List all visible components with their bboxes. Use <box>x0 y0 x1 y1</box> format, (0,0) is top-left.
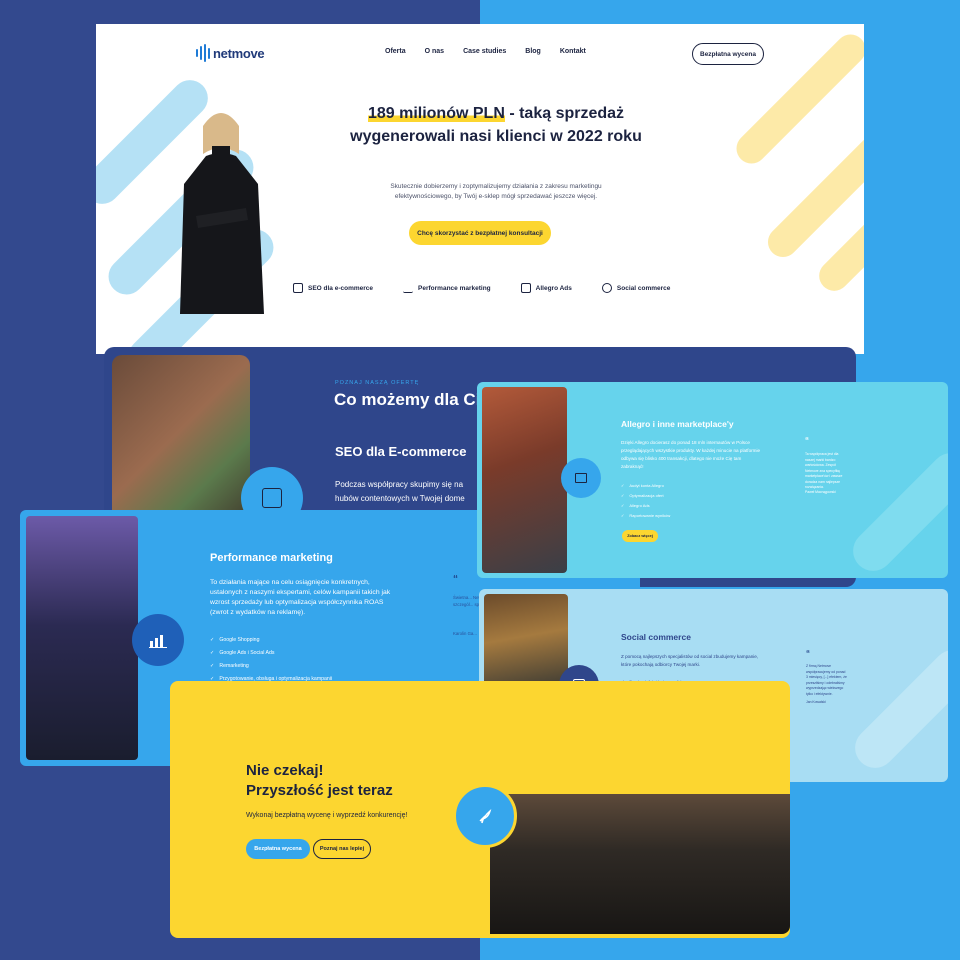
allegro-card: Allegro i inne marketplace'y Dzięki Alle… <box>477 382 948 578</box>
hero-consultation-button[interactable]: Chcę skorzystać z bezpłatnej konsultacji <box>409 221 551 245</box>
check-icon: ✓ <box>621 513 625 518</box>
logo-text: netmove <box>213 45 265 61</box>
performance-body: To działania mające na celu osiągnięcie … <box>210 579 391 616</box>
quote-icon: “ <box>806 649 810 658</box>
nav-item-case-studies[interactable]: Case studies <box>463 48 506 55</box>
cta-title-line1: Nie czekaj! <box>246 762 324 779</box>
service-social-label: Social commerce <box>616 284 671 292</box>
cta-icon-circle <box>453 784 517 848</box>
cta-section: Nie czekaj! Przyszłość jest teraz Wykona… <box>170 681 790 938</box>
service-performance-label: Performance marketing <box>418 284 491 292</box>
offer-kicker: POZNAJ NASZĄ OFERTĘ <box>335 380 420 386</box>
service-social[interactable]: Social commerce <box>601 283 671 293</box>
allegro-body: Dzięki Allegro docierasz do ponad 18 mln… <box>621 440 761 469</box>
rocket-icon <box>479 808 492 824</box>
nav-item-oferta[interactable]: Oferta <box>385 48 406 55</box>
quote-icon: “ <box>805 436 809 445</box>
allegro-quote-author: Paweł Macnągowski <box>805 490 836 494</box>
check-icon: ✓ <box>621 483 625 488</box>
service-performance[interactable]: Performance marketing <box>403 283 491 293</box>
nav-item-blog[interactable]: Blog <box>525 48 541 55</box>
offer-title: Co możemy dla Ci <box>334 390 481 409</box>
seo-icon <box>262 488 282 508</box>
check-icon: ✓ <box>621 503 625 508</box>
offer-subtitle: SEO dla E-commerce <box>335 444 467 459</box>
check-icon: ✓ <box>210 663 215 669</box>
seo-icon <box>293 283 303 293</box>
list-item: ✓ Google Ads i Social Ads <box>210 650 275 656</box>
quote-icon: “ <box>453 574 458 585</box>
list-item: ✓ Allegro Ads <box>621 503 650 508</box>
nav-item-o-nas[interactable]: O nas <box>425 48 444 55</box>
hero-subtitle: Skutecznie dobierzemy i zoptymalizujemy … <box>390 183 602 200</box>
cta-quote-button[interactable]: Bezpłatna wycena <box>246 839 310 859</box>
cta-title: Nie czekaj! Przyszłość jest teraz <box>246 761 393 801</box>
allegro-icon-circle <box>561 458 601 498</box>
decor-stripe <box>844 444 948 578</box>
hero-title: 189 milionów PLN - taką sprzedaż wygener… <box>326 102 666 148</box>
list-item: ✓ Optymalizacja ofert <box>621 493 664 498</box>
offer-photo <box>112 355 250 535</box>
hero-title-highlight: 189 milionów PLN <box>367 105 505 122</box>
decor-stripe <box>846 641 948 777</box>
social-quote-author: Jan Kowalski <box>806 700 826 704</box>
performance-title: Performance marketing <box>210 552 333 564</box>
allegro-title: Allegro i inne marketplace'y <box>621 419 734 429</box>
social-body: Z pomocą najlepszych specjalistów od soc… <box>621 654 759 667</box>
cta-photo <box>490 794 790 934</box>
check-icon: ✓ <box>621 493 625 498</box>
monitor-icon <box>575 473 587 483</box>
main-nav: Oferta O nas Case studies Blog Kontakt <box>385 48 586 55</box>
cta-about-button[interactable]: Poznaj nas lepiej <box>313 839 371 859</box>
list-item: ✓ Remarketing <box>210 663 249 669</box>
allegro-photo <box>482 387 567 573</box>
social-quote: Z firmą Netmove współpracujemy od ponad … <box>806 664 847 696</box>
check-icon: ✓ <box>210 637 215 643</box>
list-item: ✓ Google Shopping <box>210 637 260 643</box>
social-title: Social commerce <box>621 632 691 642</box>
cta-title-line2: Przyszłość jest teraz <box>246 782 393 799</box>
allegro-list: ✓ Audyt konta Allegro ✓ Optymalizacja ofer… <box>621 481 670 521</box>
performance-photo <box>26 516 138 760</box>
chart-icon <box>149 635 167 648</box>
allegro-more-button[interactable]: Zobacz więcej <box>622 530 658 542</box>
cta-subtitle: Wykonaj bezpłatną wycenę i wyprzedź konk… <box>246 812 408 819</box>
allegro-quote: Ta współpraca jest dla naszej marki bard… <box>805 452 843 489</box>
chart-icon <box>403 283 414 293</box>
header-quote-button[interactable]: Bezpłatna wycena <box>692 43 764 65</box>
hero-person-photo <box>180 113 264 314</box>
check-icon: ✓ <box>210 650 215 656</box>
service-allegro[interactable]: Allegro Ads <box>520 283 572 293</box>
monitor-icon <box>520 283 531 293</box>
services-row: SEO dla e-commerce Performance marketing… <box>293 283 670 293</box>
performance-list: ✓ Google Shopping ✓ Google Ads i Social Ad… <box>210 634 332 686</box>
offer-body: Podczas współpracy skupimy się na hubów … <box>335 480 465 503</box>
logo-icon <box>196 44 210 62</box>
camera-icon <box>601 283 612 293</box>
list-item: ✓ Audyt konta Allegro <box>621 483 664 488</box>
hero-section: netmove Oferta O nas Case studies Blog K… <box>96 24 864 354</box>
service-allegro-label: Allegro Ads <box>535 284 572 292</box>
logo[interactable]: netmove <box>196 44 265 62</box>
nav-item-kontakt[interactable]: Kontakt <box>560 48 586 55</box>
service-seo-label: SEO dla e-commerce <box>308 284 374 292</box>
service-seo[interactable]: SEO dla e-commerce <box>293 283 373 293</box>
performance-icon-circle <box>132 614 184 666</box>
list-item: ✓ Raportowanie wyników <box>621 513 671 518</box>
